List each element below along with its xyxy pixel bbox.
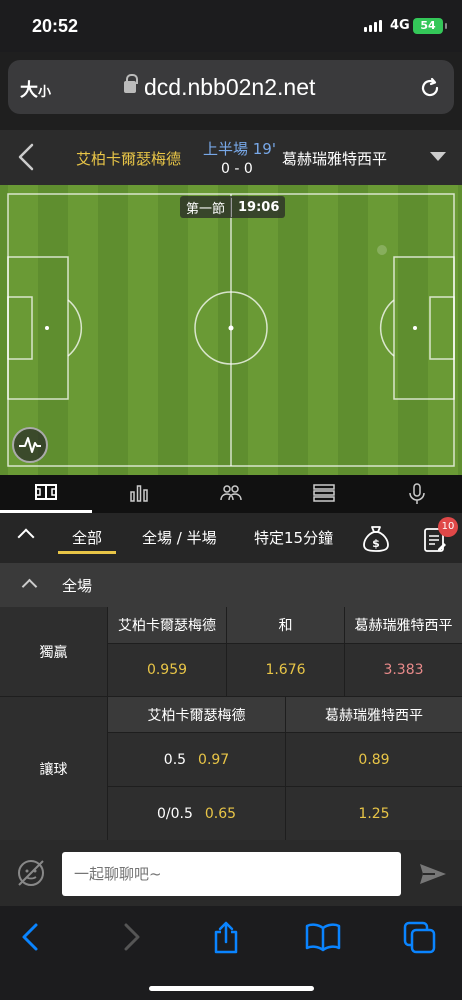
market-filter-bar: 全部 全場 / 半場 特定15分鐘 $ 10 bbox=[0, 513, 462, 563]
field-icon[interactable] bbox=[35, 483, 57, 505]
battery-icon: 54 bbox=[413, 18, 447, 34]
market-handicap: 讓球 艾柏卡爾瑟梅德 葛赫瑞雅特西平 0.5 0.97 0.89 0/0.5 0… bbox=[0, 697, 462, 840]
tabs-icon[interactable] bbox=[402, 920, 438, 958]
match-clock: 第一節 19:06 bbox=[180, 196, 286, 218]
forward-icon[interactable] bbox=[118, 920, 144, 958]
chat-bar bbox=[0, 840, 462, 906]
bookmarks-icon[interactable] bbox=[304, 920, 342, 958]
home-team-name: 艾柏卡爾瑟梅德 bbox=[76, 150, 182, 168]
emoji-off-icon[interactable] bbox=[16, 858, 46, 892]
handicap-away-cell[interactable]: 1.25 bbox=[286, 787, 462, 840]
market-header: 葛赫瑞雅特西平 bbox=[345, 607, 462, 643]
reload-icon[interactable] bbox=[418, 76, 442, 104]
text-size-button[interactable]: 大小 bbox=[20, 76, 51, 102]
odds-value: 0.89 bbox=[358, 751, 390, 768]
handicap-home-cell[interactable]: 0/0.5 0.65 bbox=[108, 787, 285, 840]
match-header: 艾柏卡爾瑟梅德 上半場 19' 0 - 0 葛赫瑞雅特西平 bbox=[0, 130, 462, 185]
status-time: 20:52 bbox=[32, 16, 79, 36]
send-icon[interactable] bbox=[418, 862, 448, 890]
active-filter-indicator bbox=[58, 551, 116, 554]
network-type: 4G bbox=[390, 18, 410, 33]
section-title: 全場 bbox=[62, 577, 93, 595]
svg-text:$: $ bbox=[372, 537, 380, 550]
odds-cell[interactable]: 1.676 bbox=[227, 644, 344, 696]
odds-value: 0.65 bbox=[204, 805, 237, 822]
chevron-down-icon[interactable] bbox=[430, 152, 446, 161]
filter-15min[interactable]: 特定15分鐘 bbox=[254, 527, 333, 548]
pitch-graphic bbox=[0, 185, 462, 475]
signal-icon bbox=[364, 20, 382, 32]
odds-value: 1.25 bbox=[358, 805, 390, 822]
lock-icon bbox=[124, 74, 138, 93]
mic-icon[interactable] bbox=[408, 483, 426, 509]
market-label: 讓球 bbox=[0, 697, 107, 840]
filter-full-half[interactable]: 全場 / 半場 bbox=[142, 527, 217, 548]
address-bar[interactable]: 大小 dcd.nbb02n2.net bbox=[8, 60, 454, 114]
market-header: 艾柏卡爾瑟梅德 bbox=[108, 607, 226, 643]
odds-cell[interactable]: 0.959 bbox=[108, 644, 226, 696]
lineup-icon[interactable] bbox=[220, 483, 242, 507]
stats-icon[interactable] bbox=[129, 483, 149, 507]
home-indicator bbox=[149, 986, 314, 991]
chevron-up-icon[interactable] bbox=[21, 578, 38, 595]
handicap-away-cell[interactable]: 0.89 bbox=[286, 733, 462, 786]
market-header: 和 bbox=[227, 607, 344, 643]
handicap-home-cell[interactable]: 0.5 0.97 bbox=[108, 733, 285, 786]
money-bag-icon[interactable]: $ bbox=[360, 523, 392, 559]
filter-all[interactable]: 全部 bbox=[72, 527, 102, 548]
list-icon[interactable] bbox=[313, 483, 335, 507]
market-header: 艾柏卡爾瑟梅德 bbox=[108, 697, 285, 732]
match-score: 0 - 0 bbox=[221, 161, 253, 177]
chat-input[interactable] bbox=[62, 852, 401, 896]
odds-value: 0.97 bbox=[198, 751, 230, 768]
pulse-icon[interactable] bbox=[12, 427, 48, 463]
odds-cell[interactable]: 3.383 bbox=[345, 644, 462, 696]
view-tabs bbox=[0, 475, 462, 513]
collapse-icon[interactable] bbox=[17, 528, 35, 546]
handicap-line: 0/0.5 bbox=[156, 805, 193, 822]
match-period: 上半場 19' bbox=[203, 140, 276, 158]
share-icon[interactable] bbox=[210, 920, 242, 960]
pitch-view bbox=[0, 185, 462, 475]
notification-badge: 10 bbox=[438, 517, 458, 537]
market-1x2: 獨贏 艾柏卡爾瑟梅德 和 葛赫瑞雅特西平 0.959 1.676 3.383 bbox=[0, 607, 462, 697]
market-label: 獨贏 bbox=[0, 607, 107, 696]
url-text[interactable]: dcd.nbb02n2.net bbox=[144, 74, 315, 101]
handicap-line: 0.5 bbox=[163, 751, 187, 768]
back-icon[interactable] bbox=[16, 142, 36, 176]
back-icon[interactable] bbox=[18, 920, 44, 958]
section-full-match[interactable]: 全場 bbox=[0, 563, 462, 607]
market-header: 葛赫瑞雅特西平 bbox=[286, 697, 462, 732]
away-team-name: 葛赫瑞雅特西平 bbox=[282, 150, 388, 168]
status-bar: 20:52 4G 54 bbox=[0, 0, 462, 52]
